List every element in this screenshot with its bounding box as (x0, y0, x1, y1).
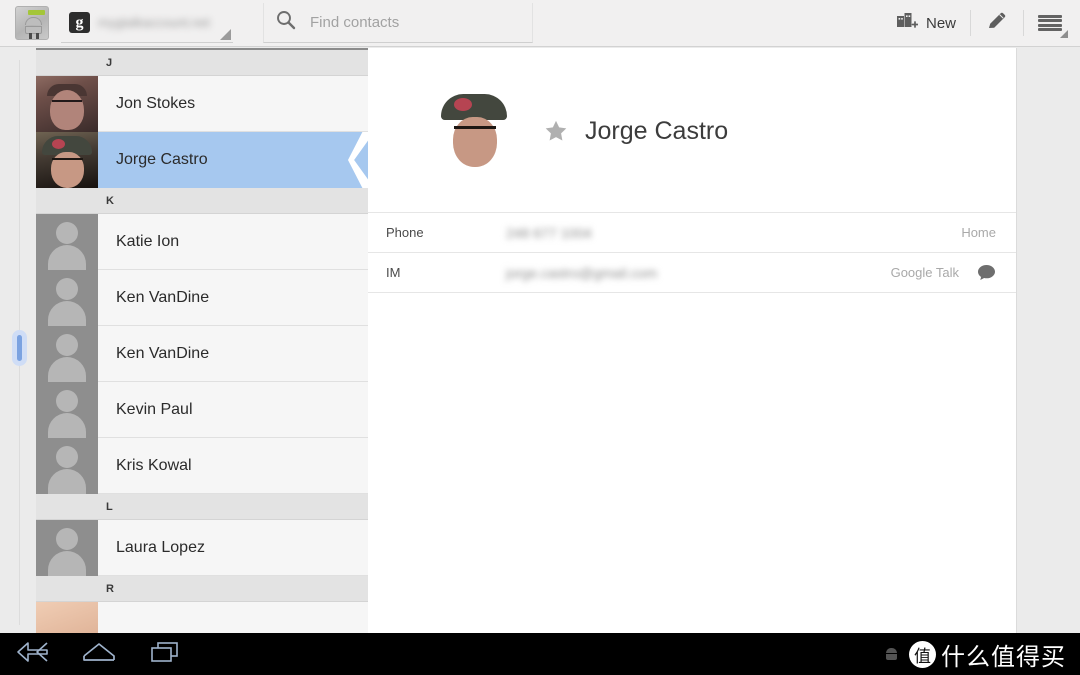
contact-list-item-name: Ken VanDine (116, 344, 210, 362)
contact-list-item[interactable]: Kevin Paul (36, 382, 368, 438)
contact-list-item-name: Ken VanDine (116, 288, 210, 306)
google-logo-icon: g (69, 12, 90, 33)
contact-avatar-photo (36, 76, 98, 132)
section-header-k: K (36, 188, 368, 214)
contact-list-item[interactable]: Katie Ion (36, 214, 368, 270)
field-label: IM (386, 265, 401, 280)
section-header-r: R (36, 576, 368, 602)
favorite-star-icon[interactable] (543, 118, 569, 144)
contact-list-item[interactable]: Jorge Castro (36, 132, 368, 188)
android-body-shape (25, 26, 42, 34)
menu-caret-icon (1060, 29, 1068, 38)
contacts-app-icon[interactable] (15, 6, 49, 40)
contact-list-item[interactable]: Laura Lopez (36, 520, 368, 576)
chat-bubble-icon[interactable] (977, 264, 996, 281)
home-button[interactable] (66, 633, 132, 675)
system-status-area: 值 什么值得买 (884, 637, 1080, 672)
search-input[interactable]: Find contacts (263, 3, 533, 43)
contact-list-item-name: Kevin Paul (116, 400, 193, 418)
contact-avatar-photo (36, 132, 98, 188)
android-head-shape (25, 17, 42, 25)
contact-avatar-placeholder (36, 382, 98, 438)
section-header-j: J (36, 50, 368, 76)
contact-field-row[interactable]: Phone 248 677 1004 Home (368, 213, 1016, 253)
hamburger-menu-icon (1038, 14, 1062, 32)
contacts-app-window: g mygtalkaccount.net Find contacts New J… (0, 0, 1080, 675)
contact-photo-jorge[interactable] (433, 90, 515, 172)
field-type-label: Home (961, 225, 996, 240)
android-status-icon (884, 647, 899, 662)
field-label: Phone (386, 225, 424, 240)
contact-detail-pane: Jorge Castro Phone 248 677 1004 Home IM jorg… (368, 48, 1017, 635)
contact-list[interactable]: J Jon Stokes Jorge Castro K Katie Ion Ken Van… (36, 48, 368, 635)
field-value: jorge.castro@gmail.com (506, 264, 658, 281)
action-bar-buttons: New (882, 0, 1080, 47)
android-leg-right (36, 33, 39, 39)
field-value: 248 677 1004 (506, 224, 592, 241)
overflow-menu-button[interactable] (1024, 0, 1080, 47)
new-contact-label: New (925, 14, 956, 32)
search-icon (276, 10, 296, 35)
account-email-label: mygtalkaccount.net (98, 15, 211, 30)
contact-list-item[interactable]: Ken VanDine (36, 326, 368, 382)
photo-glasses-shape (454, 126, 496, 134)
home-icon (81, 640, 117, 669)
system-navigation-bar: 值 什么值得买 (0, 633, 1080, 675)
back-button[interactable] (0, 633, 66, 675)
account-selector[interactable]: g mygtalkaccount.net (61, 3, 233, 43)
list-scrollbar-thumb[interactable] (12, 330, 27, 366)
contact-list-item[interactable]: Jon Stokes (36, 76, 368, 132)
contact-avatar-photo (36, 602, 98, 635)
app-icon-accent (28, 10, 45, 15)
section-header-l: L (36, 494, 368, 520)
contact-field-row[interactable]: IM jorge.castro@gmail.com Google Talk (368, 253, 1016, 293)
contact-fields-list: Phone 248 677 1004 Home IM jorge.castro@gmai… (368, 212, 1016, 293)
contact-list-item[interactable]: Kris Kowal (36, 438, 368, 494)
contact-name: Jorge Castro (585, 116, 729, 145)
watermark-text: 什么值得买 (941, 642, 1066, 671)
field-type-label: Google Talk (890, 265, 959, 280)
contact-avatar-placeholder (36, 438, 98, 494)
contact-detail-header: Jorge Castro (368, 48, 1016, 172)
action-bar: g mygtalkaccount.net Find contacts New (0, 0, 1080, 47)
contact-list-item-name: Jorge Castro (116, 150, 208, 168)
recent-apps-icon (148, 640, 182, 669)
back-icon (14, 640, 52, 669)
photo-face-shape (453, 117, 497, 167)
pencil-icon (985, 10, 1009, 37)
contact-title-row: Jorge Castro (543, 90, 728, 172)
new-contact-button[interactable]: New (882, 0, 970, 47)
contact-avatar-placeholder (36, 270, 98, 326)
dropdown-caret-icon[interactable] (220, 29, 231, 40)
selection-pointer (345, 132, 368, 188)
search-placeholder-text: Find contacts (310, 14, 400, 31)
contact-list-item-name (98, 602, 116, 635)
contact-avatar-placeholder (36, 214, 98, 270)
contact-avatar-placeholder (36, 520, 98, 576)
contact-list-item[interactable] (36, 602, 368, 635)
contact-list-item-name: Laura Lopez (116, 538, 205, 556)
contact-list-item-name: Katie Ion (116, 232, 180, 250)
contact-list-item-name: Kris Kowal (116, 456, 192, 474)
watermark: 值 什么值得买 (909, 637, 1066, 672)
edit-contact-button[interactable] (971, 0, 1023, 47)
contact-list-item-name: Jon Stokes (116, 94, 196, 112)
recent-apps-button[interactable] (132, 633, 198, 675)
watermark-logo: 值 (909, 640, 936, 668)
contact-list-item[interactable]: Ken VanDine (36, 270, 368, 326)
add-contact-icon (896, 11, 919, 36)
contact-avatar-placeholder (36, 326, 98, 382)
android-leg-left (29, 33, 32, 39)
